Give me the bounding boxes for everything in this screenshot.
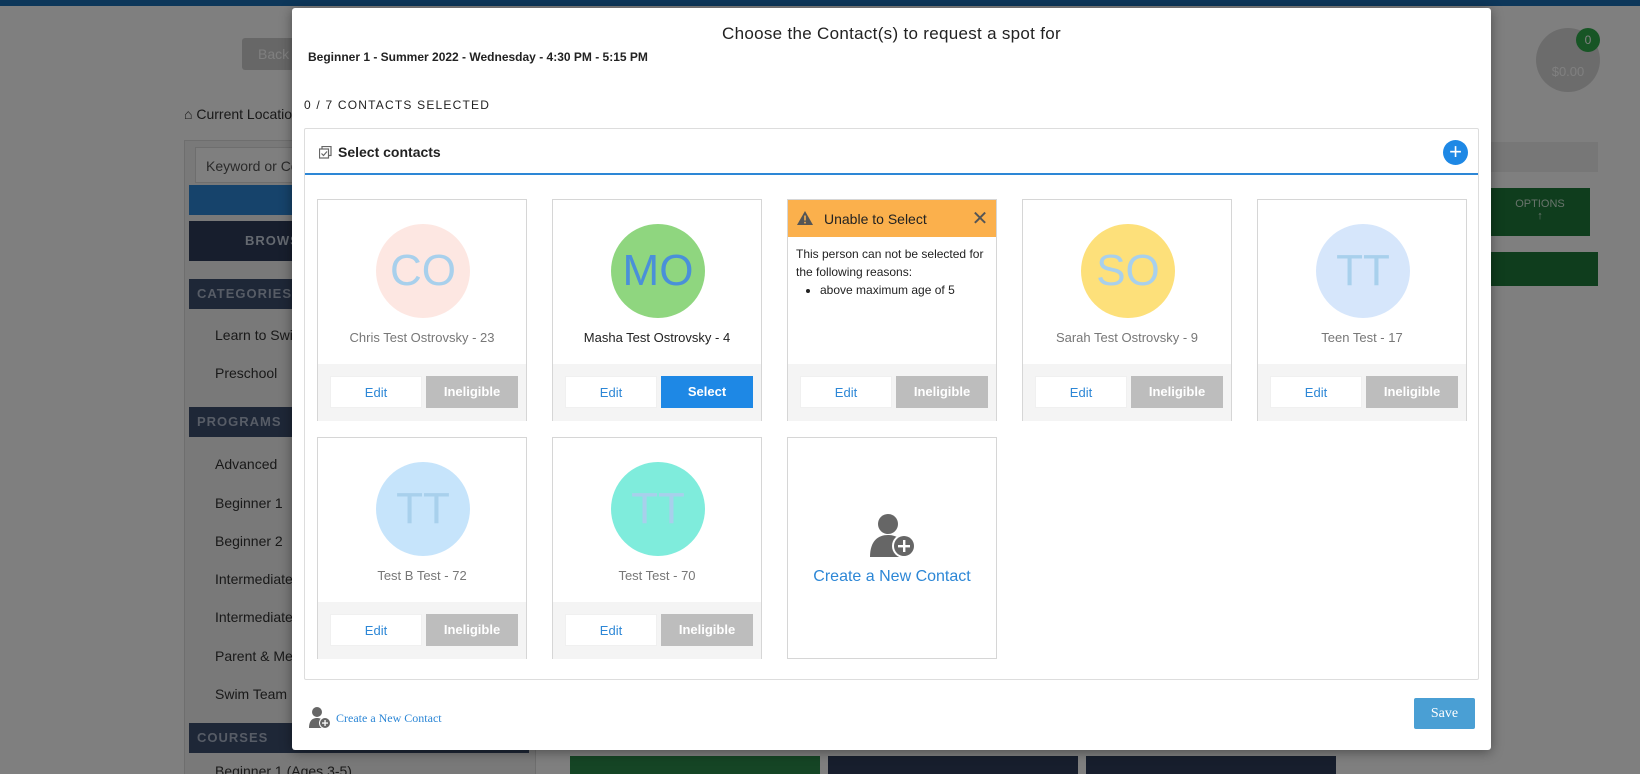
panel-header: Select contacts + bbox=[305, 129, 1478, 175]
create-contact-label[interactable]: Create a New Contact bbox=[788, 568, 996, 586]
contact-name: Chris Test Ostrovsky - 23 bbox=[349, 330, 495, 345]
select-contacts-panel: Select contacts + CO Chris Test Ostrovsk… bbox=[304, 128, 1479, 680]
add-person-icon bbox=[309, 707, 331, 729]
contact-select-modal: Choose the Contact(s) to request a spot … bbox=[292, 8, 1491, 750]
card-footer: Edit Ineligible bbox=[1023, 364, 1231, 421]
card-footer: Edit Ineligible bbox=[788, 364, 996, 421]
ineligible-button[interactable]: Ineligible bbox=[426, 614, 518, 646]
reason-list: above maximum age of 5 bbox=[820, 281, 992, 299]
edit-button[interactable]: Edit bbox=[1270, 376, 1362, 408]
panel-title: Select contacts bbox=[338, 144, 441, 160]
edit-button[interactable]: Edit bbox=[800, 376, 892, 408]
ineligible-button[interactable]: Ineligible bbox=[426, 376, 518, 408]
select-button[interactable]: Select bbox=[661, 376, 753, 408]
create-contact-link[interactable]: Create a New Contact bbox=[336, 711, 442, 726]
warning-text: This person can not be selected for the … bbox=[796, 247, 984, 279]
edit-button[interactable]: Edit bbox=[565, 614, 657, 646]
avatar: SO bbox=[1081, 224, 1175, 318]
edit-button[interactable]: Edit bbox=[565, 376, 657, 408]
warning-header: Unable to Select ✕ bbox=[788, 200, 996, 237]
avatar: MO bbox=[611, 224, 705, 318]
session-subtitle: Beginner 1 - Summer 2022 - Wednesday - 4… bbox=[308, 50, 648, 64]
contact-card: TT Test Test - 70 Edit Ineligible bbox=[552, 437, 762, 659]
add-contact-button[interactable]: + bbox=[1443, 140, 1468, 165]
add-person-icon bbox=[870, 514, 916, 558]
ineligible-button[interactable]: Ineligible bbox=[896, 376, 988, 408]
ineligible-button[interactable]: Ineligible bbox=[661, 614, 753, 646]
contact-card: TT Teen Test - 17 Edit Ineligible bbox=[1257, 199, 1467, 421]
contact-name: Sarah Test Ostrovsky - 9 bbox=[1055, 330, 1199, 345]
selected-count: 0 / 7 CONTACTS SELECTED bbox=[304, 98, 491, 112]
card-footer: Edit Ineligible bbox=[553, 602, 761, 659]
contact-card: TT Test B Test - 72 Edit Ineligible bbox=[317, 437, 527, 659]
ineligible-button[interactable]: Ineligible bbox=[1366, 376, 1458, 408]
close-icon[interactable]: ✕ bbox=[970, 206, 990, 230]
create-contact-card[interactable]: Create a New Contact bbox=[787, 437, 997, 659]
contact-card: SO Sarah Test Ostrovsky - 9 Edit Ineligi… bbox=[1022, 199, 1232, 421]
card-footer: Edit Ineligible bbox=[318, 364, 526, 421]
card-footer: Edit Select bbox=[553, 364, 761, 421]
avatar: CO bbox=[376, 224, 470, 318]
edit-button[interactable]: Edit bbox=[330, 614, 422, 646]
checklist-icon bbox=[319, 146, 332, 159]
contact-name: Test Test - 70 bbox=[618, 568, 696, 583]
warning-title: Unable to Select bbox=[824, 211, 927, 227]
ineligible-button[interactable]: Ineligible bbox=[1131, 376, 1223, 408]
edit-button[interactable]: Edit bbox=[1035, 376, 1127, 408]
avatar: TT bbox=[376, 462, 470, 556]
contact-name: Masha Test Ostrovsky - 4 bbox=[583, 330, 731, 345]
contact-name: Teen Test - 17 bbox=[1321, 330, 1403, 345]
avatar: TT bbox=[611, 462, 705, 556]
warning-card: Unable to Select ✕ This person can not b… bbox=[787, 199, 997, 421]
reason-item: above maximum age of 5 bbox=[820, 281, 992, 299]
warning-message: This person can not be selected for the … bbox=[796, 245, 992, 299]
contact-card: MO Masha Test Ostrovsky - 4 Edit Select bbox=[552, 199, 762, 421]
edit-button[interactable]: Edit bbox=[330, 376, 422, 408]
card-footer: Edit Ineligible bbox=[318, 602, 526, 659]
modal-title: Choose the Contact(s) to request a spot … bbox=[722, 24, 1061, 43]
save-button[interactable]: Save bbox=[1414, 698, 1475, 729]
warning-icon bbox=[797, 211, 813, 225]
contact-name: Test B Test - 72 bbox=[377, 568, 467, 583]
avatar: TT bbox=[1316, 224, 1410, 318]
contact-card: CO Chris Test Ostrovsky - 23 Edit Inelig… bbox=[317, 199, 527, 421]
card-footer: Edit Ineligible bbox=[1258, 364, 1466, 421]
